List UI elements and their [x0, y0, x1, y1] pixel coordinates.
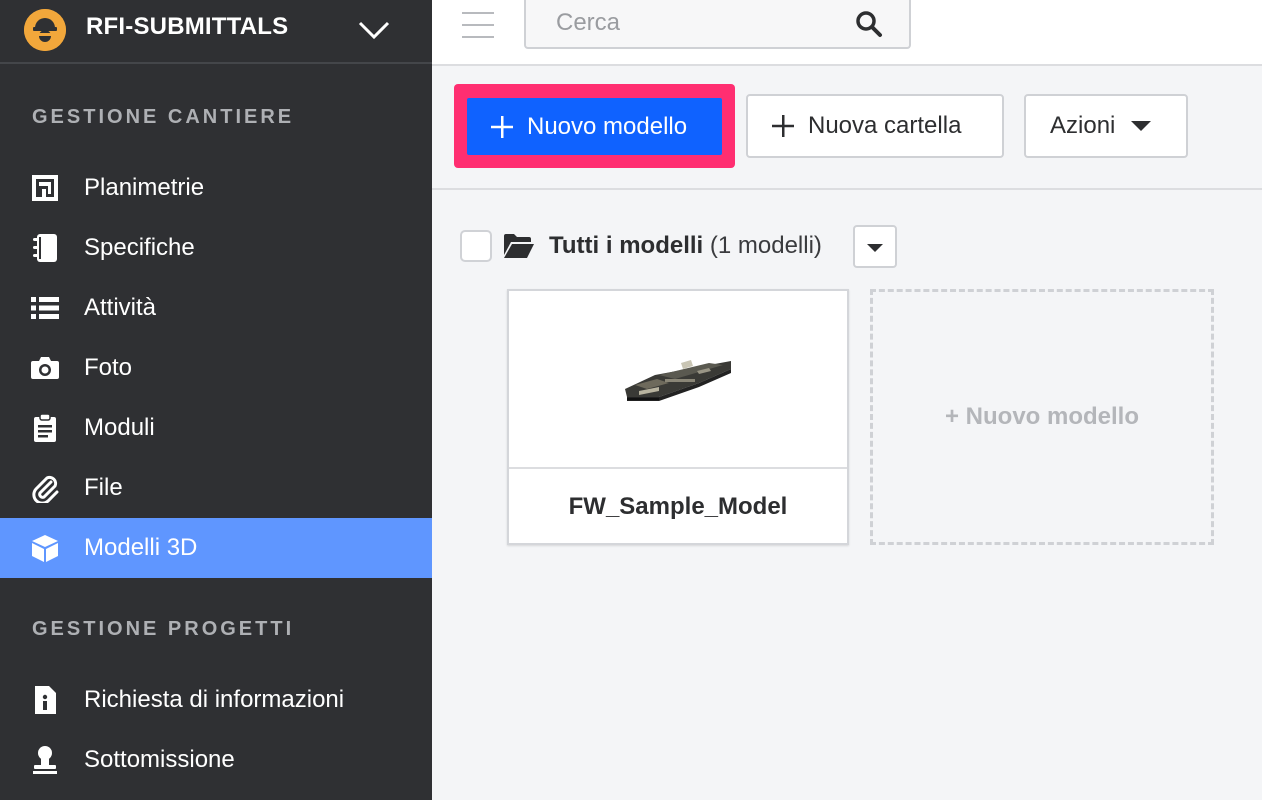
new-model-card[interactable]: + Nuovo modello [870, 289, 1214, 545]
project-selector[interactable]: RFI-SUBMITTALS [0, 0, 432, 64]
sidebar-item-label: Richiesta di informazioni [84, 686, 345, 713]
sidebar-item-richiesta-informazioni[interactable]: Richiesta di informazioni [0, 670, 432, 730]
caret-down-icon [1131, 121, 1152, 131]
sidebar-item-label: Attività [84, 294, 157, 321]
sidebar-item-label: Moduli [84, 414, 155, 441]
toolbar-divider [432, 188, 1262, 190]
hamburger-menu-icon[interactable] [462, 12, 496, 38]
cube-icon [30, 533, 60, 563]
new-model-button[interactable]: Nuovo modello [467, 98, 722, 155]
camera-icon [30, 353, 60, 383]
sidebar-item-label: Specifiche [84, 234, 195, 261]
search-input[interactable] [556, 0, 846, 46]
caret-down-icon [867, 244, 883, 252]
top-bar [432, 0, 1262, 66]
model-name: FW_Sample_Model [568, 493, 788, 520]
sidebar-item-label: Sottomissione [84, 746, 235, 773]
floorplan-icon [30, 173, 60, 203]
chevron-down-icon[interactable] [356, 14, 392, 44]
new-model-label: Nuovo modello [527, 112, 688, 140]
project-name: RFI-SUBMITTALS [86, 13, 289, 40]
select-all-checkbox[interactable] [460, 230, 492, 262]
sidebar-item-modelli-3d[interactable]: Modelli 3D [0, 518, 432, 578]
paperclip-icon [30, 473, 60, 503]
folder-open-icon [503, 233, 535, 259]
stamp-icon [30, 745, 60, 775]
sidebar-item-sottomissione[interactable]: Sottomissione [0, 730, 432, 790]
sidebar-item-label: Foto [84, 354, 133, 381]
model-card[interactable]: FW_Sample_Model [507, 289, 849, 545]
info-document-icon [30, 685, 60, 715]
sidebar-item-foto[interactable]: Foto [0, 338, 432, 398]
sidebar-item-label: Planimetrie [84, 174, 205, 201]
new-folder-button[interactable]: Nuova cartella [746, 94, 1004, 158]
section-title-project-management: GESTIONE PROGETTI [32, 618, 295, 640]
actions-dropdown[interactable]: Azioni [1024, 94, 1188, 158]
sidebar-item-attivita[interactable]: Attività [0, 278, 432, 338]
sidebar-item-label: Modelli 3D [84, 534, 198, 561]
notebook-icon [30, 233, 60, 263]
sidebar-item-label: File [84, 474, 123, 501]
sidebar: RFI-SUBMITTALS GESTIONE CANTIERE Planime… [0, 0, 432, 800]
new-folder-label: Nuova cartella [808, 112, 962, 139]
clipboard-icon [30, 413, 60, 443]
actions-label: Azioni [1050, 112, 1116, 139]
section-title-site-management: GESTIONE CANTIERE [32, 106, 295, 128]
search-box [524, 0, 911, 49]
project-logo-icon [24, 9, 66, 51]
search-icon[interactable] [855, 10, 883, 38]
sidebar-item-specifiche[interactable]: Specifiche [0, 218, 432, 278]
folder-name: Tutti i modelli [549, 232, 704, 259]
list-icon [30, 293, 60, 323]
sidebar-item-moduli[interactable]: Moduli [0, 398, 432, 458]
folder-title: Tutti i modelli (1 modelli) [549, 231, 822, 261]
model-thumbnail [509, 291, 847, 469]
plus-icon [489, 114, 515, 140]
plus-icon [770, 113, 796, 139]
new-model-card-label: + Nuovo modello [944, 403, 1139, 430]
folder-count: (1 modelli) [709, 232, 822, 259]
folder-options-dropdown[interactable] [853, 225, 897, 268]
sidebar-item-file[interactable]: File [0, 458, 432, 518]
sidebar-item-planimetrie[interactable]: Planimetrie [0, 158, 432, 218]
